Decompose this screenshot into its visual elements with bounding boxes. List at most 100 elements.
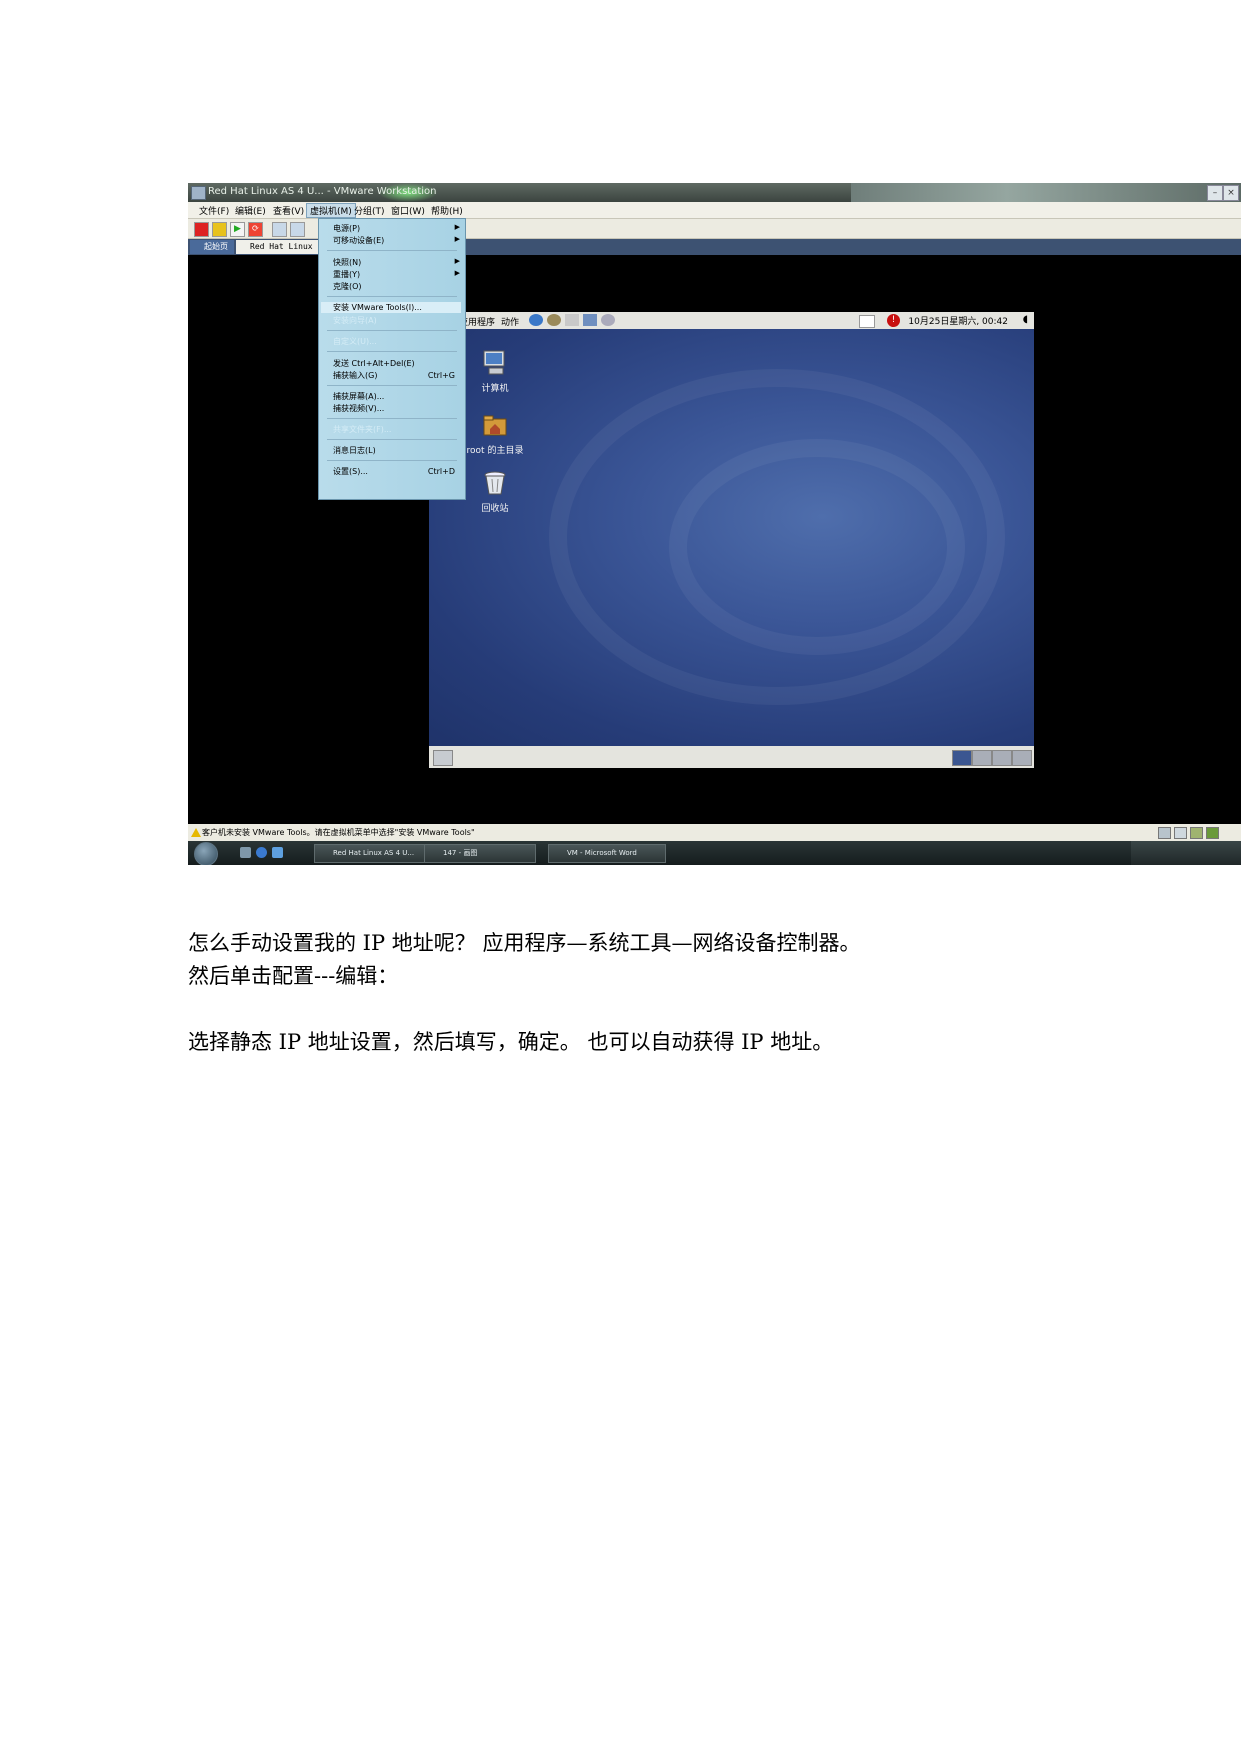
mail-icon[interactable] [547,314,561,326]
desktop-icon-label: root 的主目录 [466,446,524,456]
ie-icon[interactable] [256,847,267,858]
menu-separator [327,296,457,297]
tab-vm[interactable]: Red Hat Linux [236,240,326,254]
menu-view[interactable]: 查看(V) [270,204,307,217]
notification-area [859,315,875,328]
menu-vm[interactable]: 虚拟机(M) [306,203,356,218]
power-off-icon[interactable] [194,222,209,237]
submenu-arrow-icon: ▶ [454,269,460,277]
status-bar: 客户机未安装 VMware Tools。请在虚拟机菜单中选择"安装 VMware… [188,824,1241,841]
usb-status-icon[interactable] [1206,827,1219,839]
warning-icon [191,828,201,837]
menu-bar: 文件(F) 编辑(E) 查看(V) 虚拟机(M) 分组(T) 窗口(W) 帮助(… [188,202,1241,219]
workspace-3[interactable] [992,750,1012,766]
menu-item-shared-folders[interactable]: 共享文件夹(F)... [333,424,391,435]
menu-item-settings[interactable]: 设置(S)... [333,466,368,477]
taskbar-item-word[interactable]: VM - Microsoft Word [548,844,666,863]
menu-item-capture-screen[interactable]: 捕获屏幕(A)... [333,391,384,402]
menu-separator [327,439,457,440]
host-taskbar: Red Hat Linux AS 4 U... 147 - 画图 VM - Mi… [188,841,1241,865]
window-title-bar: Red Hat Linux AS 4 U... - VMware Worksta… [188,183,1241,202]
network-status-icon[interactable] [1190,827,1203,839]
desktop-icon-home[interactable]: root 的主目录 [459,411,531,456]
document-paragraph-2: 然后单击配置---编辑： [188,964,399,988]
menu-item-removable-devices[interactable]: 可移动设备(E) [333,235,384,246]
taskbar-item-paint[interactable]: 147 - 画图 [424,844,536,863]
explorer-icon[interactable] [272,847,283,858]
computer-icon [483,350,505,375]
menu-help[interactable]: 帮助(H) [428,204,466,217]
menu-item-message-log[interactable]: 消息日志(L) [333,445,376,456]
desktop: 计算机 root 的主目录 回收站 [429,329,1034,746]
menu-item-install-wizard[interactable]: 安装向导(A) [333,315,377,326]
menu-separator [327,460,457,461]
volume-icon[interactable]: ◖ [1023,314,1028,325]
revert-snapshot-icon[interactable] [290,222,305,237]
submenu-arrow-icon: ▶ [454,257,460,265]
menu-item-install-vmware-tools[interactable]: 安装 VMware Tools(I)... [321,302,461,313]
desktop-icon-trash[interactable]: 回收站 [459,469,531,514]
menu-separator [327,351,457,352]
desktop-icon-computer[interactable]: 计算机 [459,349,531,394]
menu-edit[interactable]: 编辑(E) [232,204,269,217]
vmware-app-icon [191,186,206,200]
gnome-actions-menu[interactable]: 动作 [501,315,519,328]
menu-item-send-ctrl-alt-del[interactable]: 发送 Ctrl+Alt+Del(E) [333,358,415,369]
power-on-icon[interactable]: ▶ [230,222,245,237]
menu-team[interactable]: 分组(T) [351,204,388,217]
minimize-icon[interactable]: – [1207,185,1223,201]
tab-home[interactable]: 起始页 [190,240,234,254]
cdrom-status-icon[interactable] [1174,827,1187,839]
menu-separator [327,250,457,251]
suspend-icon[interactable] [212,222,227,237]
submenu-arrow-icon: ▶ [454,235,460,243]
printer-icon[interactable] [601,314,615,326]
title-bar-background [851,183,1241,202]
menu-item-capture-movie[interactable]: 捕获视频(V)... [333,403,384,414]
status-message: 客户机未安装 VMware Tools。请在虚拟机菜单中选择"安装 VMware… [202,828,475,837]
start-button[interactable] [194,842,218,865]
menu-item-replay[interactable]: 重播(Y) [333,269,360,280]
menu-file[interactable]: 文件(F) [196,204,232,217]
workspace-1[interactable] [952,750,972,766]
gnome-clock[interactable]: 10月25日星期六, 00:42 [908,314,1008,327]
close-icon[interactable]: × [1223,185,1239,201]
show-desktop-icon[interactable] [240,847,251,858]
menu-separator [327,330,457,331]
menu-separator [327,418,457,419]
shortcut-label: Ctrl+G [427,371,455,380]
desktop-icon-label: 回收站 [481,504,509,514]
menu-windows[interactable]: 窗口(W) [388,204,428,217]
taskbar-item-vmware[interactable]: Red Hat Linux AS 4 U... [314,844,434,863]
document-paragraph-3: 选择静态 IP 地址设置，然后填写，确定。 也可以自动获得 IP 地址。 [188,1030,834,1054]
wallpaper-swirl-inner [669,439,965,655]
trash-icon [484,471,506,495]
menu-item-snapshot[interactable]: 快照(N) [333,257,361,268]
window-title: Red Hat Linux AS 4 U... - VMware Worksta… [208,186,437,197]
workspace-4[interactable] [1012,750,1032,766]
reset-icon[interactable]: ⟳ [248,222,263,237]
presentation-icon[interactable] [583,314,597,326]
menu-item-clone[interactable]: 克隆(O) [333,281,362,292]
vm-screen[interactable]: 应用程序 动作 ! 10月25日星期六, 00:42 ◖ 计算机 root 的主… [429,312,1034,768]
shortcut-label: Ctrl+D [427,467,455,476]
system-tray [1131,841,1241,865]
menu-item-power[interactable]: 电源(P) [333,223,360,234]
menu-item-customize[interactable]: 自定义(U)... [333,336,377,347]
update-alert-icon[interactable]: ! [887,314,900,327]
gnome-bottom-panel [429,746,1034,768]
menu-item-grab-input[interactable]: 捕获输入(G) [333,370,377,381]
browser-icon[interactable] [529,314,543,326]
show-desktop-icon[interactable] [433,750,453,766]
office-icon[interactable] [565,314,579,326]
gnome-top-panel: 应用程序 动作 ! 10月25日星期六, 00:42 ◖ [429,312,1034,329]
vm-dropdown-menu: 电源(P) ▶ 可移动设备(E) ▶ 快照(N) ▶ 重播(Y) ▶ 克隆(O) 安装 … [318,218,466,500]
menu-separator [327,385,457,386]
submenu-arrow-icon: ▶ [454,223,460,231]
snapshot-icon[interactable] [272,222,287,237]
home-folder-icon [483,415,507,436]
workspace-2[interactable] [972,750,992,766]
vmware-screenshot: Red Hat Linux AS 4 U... - VMware Worksta… [188,183,1241,865]
desktop-icon-label: 计算机 [481,384,509,394]
hdd-status-icon[interactable] [1158,827,1171,839]
